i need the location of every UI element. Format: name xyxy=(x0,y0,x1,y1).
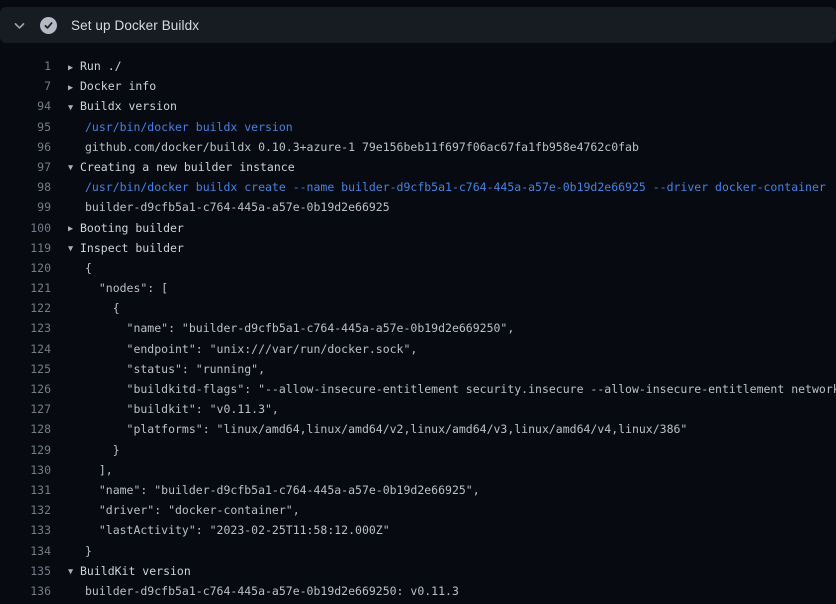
group-toggle[interactable]: ▼Creating a new builder instance xyxy=(68,157,295,177)
line-content: "buildkitd-flags": "--allow-insecure-ent… xyxy=(68,379,836,399)
log-group-line: 94 ▼Buildx version xyxy=(0,96,836,116)
line-number[interactable]: 1 xyxy=(0,56,51,76)
log-line: 122 { xyxy=(0,298,836,318)
log-line: 98 /usr/bin/docker buildx create --name … xyxy=(0,177,836,197)
triangle-right-icon[interactable]: ▶ xyxy=(68,78,80,97)
line-number[interactable]: 134 xyxy=(0,541,51,561)
line-number[interactable]: 119 xyxy=(0,238,51,258)
group-toggle[interactable]: ▼Buildx version xyxy=(68,96,177,116)
line-content: { xyxy=(68,258,92,278)
log-line: 125 "status": "running", xyxy=(0,359,836,379)
log-line: 134 } xyxy=(0,541,836,561)
line-number[interactable]: 129 xyxy=(0,440,51,460)
triangle-down-icon[interactable]: ▼ xyxy=(68,562,80,581)
line-number[interactable]: 100 xyxy=(0,218,51,238)
log-line: 126 "buildkitd-flags": "--allow-insecure… xyxy=(0,379,836,399)
group-toggle[interactable]: ▶Run ./ xyxy=(68,56,122,76)
line-number[interactable]: 127 xyxy=(0,399,51,419)
line-number[interactable]: 122 xyxy=(0,298,51,318)
line-content: "lastActivity": "2023-02-25T11:58:12.000… xyxy=(68,520,390,540)
line-number[interactable]: 94 xyxy=(0,96,51,116)
step-header[interactable]: Set up Docker Buildx xyxy=(0,7,836,43)
line-content: "driver": "docker-container", xyxy=(68,500,300,520)
group-toggle[interactable]: ▼BuildKit version xyxy=(68,561,191,581)
group-toggle[interactable]: ▼Inspect builder xyxy=(68,238,184,258)
log-line: 123 "name": "builder-d9cfb5a1-c764-445a-… xyxy=(0,318,836,338)
log-line: 128 "platforms": "linux/amd64,linux/amd6… xyxy=(0,419,836,439)
line-number[interactable]: 136 xyxy=(0,581,51,601)
line-content: github.com/docker/buildx 0.10.3+azure-1 … xyxy=(68,137,639,157)
line-content: } xyxy=(68,440,120,460)
triangle-down-icon[interactable]: ▼ xyxy=(68,98,80,117)
log-line: 99 builder-d9cfb5a1-c764-445a-a57e-0b19d… xyxy=(0,197,836,217)
line-content: "platforms": "linux/amd64,linux/amd64/v2… xyxy=(68,419,687,439)
line-number[interactable]: 120 xyxy=(0,258,51,278)
line-content: "name": "builder-d9cfb5a1-c764-445a-a57e… xyxy=(68,318,514,338)
line-content: builder-d9cfb5a1-c764-445a-a57e-0b19d2e6… xyxy=(68,197,390,217)
log-line: 120 { xyxy=(0,258,836,278)
chevron-down-icon[interactable] xyxy=(4,7,34,43)
log-line: 136 builder-d9cfb5a1-c764-445a-a57e-0b19… xyxy=(0,581,836,601)
log-group-line: 119 ▼Inspect builder xyxy=(0,238,836,258)
log-line: 130 ], xyxy=(0,460,836,480)
check-circle-icon xyxy=(40,17,57,34)
line-number[interactable]: 135 xyxy=(0,561,51,581)
line-number[interactable]: 125 xyxy=(0,359,51,379)
line-content: builder-d9cfb5a1-c764-445a-a57e-0b19d2e6… xyxy=(68,581,459,601)
log-group-line: 7 ▶Docker info xyxy=(0,76,836,96)
log-line: 133 "lastActivity": "2023-02-25T11:58:12… xyxy=(0,520,836,540)
line-content: { xyxy=(68,298,120,318)
log-line: 95 /usr/bin/docker buildx version xyxy=(0,117,836,137)
line-number[interactable]: 99 xyxy=(0,197,51,217)
line-number[interactable]: 96 xyxy=(0,137,51,157)
line-number[interactable]: 121 xyxy=(0,278,51,298)
line-content: /usr/bin/docker buildx version xyxy=(68,117,293,137)
line-number[interactable]: 132 xyxy=(0,500,51,520)
log-group-line: 135 ▼BuildKit version xyxy=(0,561,836,581)
log-group-line: 1 ▶Run ./ xyxy=(0,56,836,76)
triangle-down-icon[interactable]: ▼ xyxy=(68,158,80,177)
triangle-right-icon[interactable]: ▶ xyxy=(68,219,80,238)
line-content: "nodes": [ xyxy=(68,278,168,298)
line-number[interactable]: 95 xyxy=(0,117,51,137)
log-line: 131 "name": "builder-d9cfb5a1-c764-445a-… xyxy=(0,480,836,500)
line-number[interactable]: 124 xyxy=(0,339,51,359)
line-number[interactable]: 133 xyxy=(0,520,51,540)
line-number[interactable]: 98 xyxy=(0,177,51,197)
line-number[interactable]: 126 xyxy=(0,379,51,399)
line-number[interactable]: 128 xyxy=(0,419,51,439)
log-line: 129 } xyxy=(0,440,836,460)
line-number[interactable]: 7 xyxy=(0,76,51,96)
line-content: /usr/bin/docker buildx create --name bui… xyxy=(68,177,826,197)
line-number[interactable]: 130 xyxy=(0,460,51,480)
log-line: 132 "driver": "docker-container", xyxy=(0,500,836,520)
group-toggle[interactable]: ▶Booting builder xyxy=(68,218,184,238)
log-group-line: 97 ▼Creating a new builder instance xyxy=(0,157,836,177)
triangle-down-icon[interactable]: ▼ xyxy=(68,239,80,258)
log-line: 124 "endpoint": "unix:///var/run/docker.… xyxy=(0,339,836,359)
line-content: "name": "builder-d9cfb5a1-c764-445a-a57e… xyxy=(68,480,480,500)
line-content: "status": "running", xyxy=(68,359,265,379)
line-content: ], xyxy=(68,460,113,480)
triangle-right-icon[interactable]: ▶ xyxy=(68,58,80,77)
log-line: 127 "buildkit": "v0.11.3", xyxy=(0,399,836,419)
line-content: "buildkit": "v0.11.3", xyxy=(68,399,279,419)
log-viewer: 1 ▶Run ./ 7 ▶Docker info 94 ▼Buildx vers… xyxy=(0,43,836,604)
line-content: "endpoint": "unix:///var/run/docker.sock… xyxy=(68,339,417,359)
group-toggle[interactable]: ▶Docker info xyxy=(68,76,156,96)
step-title: Set up Docker Buildx xyxy=(71,18,199,33)
log-line: 96 github.com/docker/buildx 0.10.3+azure… xyxy=(0,137,836,157)
line-number[interactable]: 97 xyxy=(0,157,51,177)
line-content: } xyxy=(68,541,92,561)
line-number[interactable]: 131 xyxy=(0,480,51,500)
log-group-line: 100 ▶Booting builder xyxy=(0,218,836,238)
log-line: 121 "nodes": [ xyxy=(0,278,836,298)
line-number[interactable]: 123 xyxy=(0,318,51,338)
